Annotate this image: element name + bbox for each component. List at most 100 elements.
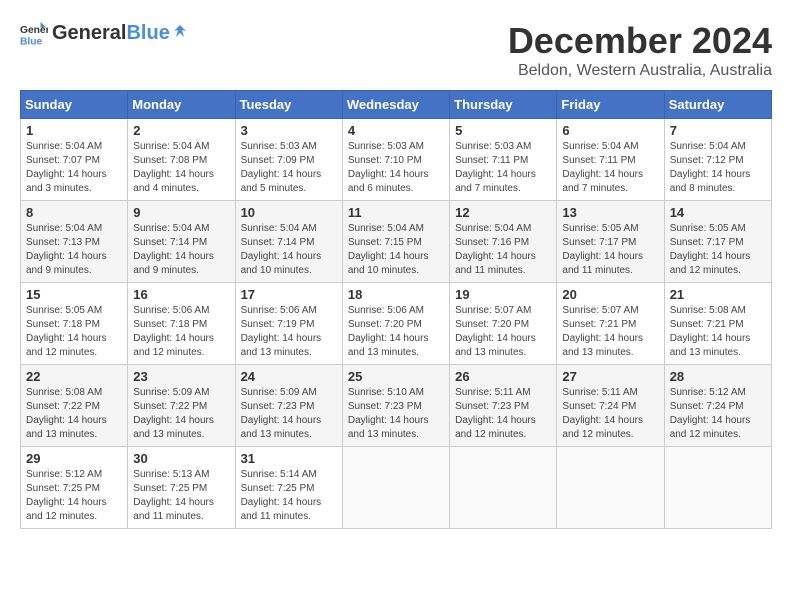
calendar-day-cell: 27 Sunrise: 5:11 AM Sunset: 7:24 PM Dayl…	[557, 365, 664, 447]
day-number: 23	[133, 369, 229, 384]
calendar-day-header: Saturday	[664, 91, 771, 119]
day-number: 7	[670, 123, 766, 138]
calendar-day-cell	[342, 447, 449, 529]
calendar-week-row: 8 Sunrise: 5:04 AM Sunset: 7:13 PM Dayli…	[21, 201, 772, 283]
calendar-day-cell: 31 Sunrise: 5:14 AM Sunset: 7:25 PM Dayl…	[235, 447, 342, 529]
calendar-day-cell: 20 Sunrise: 5:07 AM Sunset: 7:21 PM Dayl…	[557, 283, 664, 365]
day-number: 15	[26, 287, 122, 302]
day-info: Sunrise: 5:12 AM Sunset: 7:24 PM Dayligh…	[670, 386, 766, 442]
day-number: 8	[26, 205, 122, 220]
day-info: Sunrise: 5:11 AM Sunset: 7:23 PM Dayligh…	[455, 386, 551, 442]
day-number: 16	[133, 287, 229, 302]
page-header: General Blue GeneralBlue December 2024 B…	[20, 20, 772, 80]
day-number: 19	[455, 287, 551, 302]
calendar-day-cell: 28 Sunrise: 5:12 AM Sunset: 7:24 PM Dayl…	[664, 365, 771, 447]
calendar-day-cell: 13 Sunrise: 5:05 AM Sunset: 7:17 PM Dayl…	[557, 201, 664, 283]
day-number: 6	[562, 123, 658, 138]
month-title: December 2024	[508, 20, 772, 62]
day-info: Sunrise: 5:14 AM Sunset: 7:25 PM Dayligh…	[241, 468, 337, 524]
day-info: Sunrise: 5:13 AM Sunset: 7:25 PM Dayligh…	[133, 468, 229, 524]
calendar-day-cell: 24 Sunrise: 5:09 AM Sunset: 7:23 PM Dayl…	[235, 365, 342, 447]
day-info: Sunrise: 5:07 AM Sunset: 7:20 PM Dayligh…	[455, 304, 551, 360]
calendar-day-cell: 6 Sunrise: 5:04 AM Sunset: 7:11 PM Dayli…	[557, 119, 664, 201]
calendar-day-cell	[664, 447, 771, 529]
day-number: 3	[241, 123, 337, 138]
calendar-day-cell: 8 Sunrise: 5:04 AM Sunset: 7:13 PM Dayli…	[21, 201, 128, 283]
calendar-day-cell: 11 Sunrise: 5:04 AM Sunset: 7:15 PM Dayl…	[342, 201, 449, 283]
calendar-day-header: Tuesday	[235, 91, 342, 119]
calendar-day-cell: 10 Sunrise: 5:04 AM Sunset: 7:14 PM Dayl…	[235, 201, 342, 283]
calendar-day-cell: 14 Sunrise: 5:05 AM Sunset: 7:17 PM Dayl…	[664, 201, 771, 283]
day-info: Sunrise: 5:06 AM Sunset: 7:18 PM Dayligh…	[133, 304, 229, 360]
calendar-day-cell: 1 Sunrise: 5:04 AM Sunset: 7:07 PM Dayli…	[21, 119, 128, 201]
calendar-day-cell: 21 Sunrise: 5:08 AM Sunset: 7:21 PM Dayl…	[664, 283, 771, 365]
day-info: Sunrise: 5:12 AM Sunset: 7:25 PM Dayligh…	[26, 468, 122, 524]
day-info: Sunrise: 5:03 AM Sunset: 7:09 PM Dayligh…	[241, 140, 337, 196]
day-info: Sunrise: 5:07 AM Sunset: 7:21 PM Dayligh…	[562, 304, 658, 360]
day-number: 4	[348, 123, 444, 138]
day-number: 18	[348, 287, 444, 302]
calendar-day-cell: 9 Sunrise: 5:04 AM Sunset: 7:14 PM Dayli…	[128, 201, 235, 283]
calendar-day-header: Wednesday	[342, 91, 449, 119]
day-info: Sunrise: 5:06 AM Sunset: 7:19 PM Dayligh…	[241, 304, 337, 360]
calendar-day-cell: 26 Sunrise: 5:11 AM Sunset: 7:23 PM Dayl…	[450, 365, 557, 447]
location-subtitle: Beldon, Western Australia, Australia	[508, 62, 772, 80]
day-number: 25	[348, 369, 444, 384]
day-info: Sunrise: 5:09 AM Sunset: 7:22 PM Dayligh…	[133, 386, 229, 442]
day-info: Sunrise: 5:04 AM Sunset: 7:11 PM Dayligh…	[562, 140, 658, 196]
day-number: 26	[455, 369, 551, 384]
day-info: Sunrise: 5:04 AM Sunset: 7:12 PM Dayligh…	[670, 140, 766, 196]
title-section: December 2024 Beldon, Western Australia,…	[508, 20, 772, 80]
day-number: 12	[455, 205, 551, 220]
day-number: 22	[26, 369, 122, 384]
calendar-day-header: Friday	[557, 91, 664, 119]
day-number: 20	[562, 287, 658, 302]
calendar-day-cell: 25 Sunrise: 5:10 AM Sunset: 7:23 PM Dayl…	[342, 365, 449, 447]
day-info: Sunrise: 5:03 AM Sunset: 7:11 PM Dayligh…	[455, 140, 551, 196]
day-info: Sunrise: 5:04 AM Sunset: 7:16 PM Dayligh…	[455, 222, 551, 278]
day-info: Sunrise: 5:04 AM Sunset: 7:13 PM Dayligh…	[26, 222, 122, 278]
day-number: 2	[133, 123, 229, 138]
calendar-day-cell: 18 Sunrise: 5:06 AM Sunset: 7:20 PM Dayl…	[342, 283, 449, 365]
day-number: 21	[670, 287, 766, 302]
calendar-day-header: Sunday	[21, 91, 128, 119]
day-number: 5	[455, 123, 551, 138]
calendar-day-cell	[557, 447, 664, 529]
calendar-day-cell: 2 Sunrise: 5:04 AM Sunset: 7:08 PM Dayli…	[128, 119, 235, 201]
calendar-day-cell: 5 Sunrise: 5:03 AM Sunset: 7:11 PM Dayli…	[450, 119, 557, 201]
day-number: 30	[133, 451, 229, 466]
calendar-day-cell: 23 Sunrise: 5:09 AM Sunset: 7:22 PM Dayl…	[128, 365, 235, 447]
day-info: Sunrise: 5:05 AM Sunset: 7:17 PM Dayligh…	[562, 222, 658, 278]
day-number: 31	[241, 451, 337, 466]
logo: General Blue GeneralBlue	[20, 20, 188, 48]
day-info: Sunrise: 5:04 AM Sunset: 7:14 PM Dayligh…	[133, 222, 229, 278]
day-info: Sunrise: 5:04 AM Sunset: 7:07 PM Dayligh…	[26, 140, 122, 196]
calendar-day-cell: 19 Sunrise: 5:07 AM Sunset: 7:20 PM Dayl…	[450, 283, 557, 365]
day-number: 28	[670, 369, 766, 384]
calendar-day-header: Thursday	[450, 91, 557, 119]
calendar-day-cell: 3 Sunrise: 5:03 AM Sunset: 7:09 PM Dayli…	[235, 119, 342, 201]
calendar-week-row: 22 Sunrise: 5:08 AM Sunset: 7:22 PM Dayl…	[21, 365, 772, 447]
svg-text:Blue: Blue	[20, 36, 43, 47]
calendar-week-row: 1 Sunrise: 5:04 AM Sunset: 7:07 PM Dayli…	[21, 119, 772, 201]
calendar-day-cell: 30 Sunrise: 5:13 AM Sunset: 7:25 PM Dayl…	[128, 447, 235, 529]
logo-icon: General Blue	[20, 20, 48, 48]
day-info: Sunrise: 5:04 AM Sunset: 7:15 PM Dayligh…	[348, 222, 444, 278]
day-info: Sunrise: 5:10 AM Sunset: 7:23 PM Dayligh…	[348, 386, 444, 442]
logo-bird-icon	[172, 23, 188, 39]
day-info: Sunrise: 5:11 AM Sunset: 7:24 PM Dayligh…	[562, 386, 658, 442]
calendar-day-cell: 15 Sunrise: 5:05 AM Sunset: 7:18 PM Dayl…	[21, 283, 128, 365]
day-info: Sunrise: 5:04 AM Sunset: 7:08 PM Dayligh…	[133, 140, 229, 196]
day-number: 10	[241, 205, 337, 220]
calendar-day-cell: 22 Sunrise: 5:08 AM Sunset: 7:22 PM Dayl…	[21, 365, 128, 447]
day-number: 1	[26, 123, 122, 138]
calendar-day-cell: 7 Sunrise: 5:04 AM Sunset: 7:12 PM Dayli…	[664, 119, 771, 201]
logo-blue-text: Blue	[126, 22, 169, 45]
calendar-day-cell	[450, 447, 557, 529]
day-number: 9	[133, 205, 229, 220]
day-info: Sunrise: 5:06 AM Sunset: 7:20 PM Dayligh…	[348, 304, 444, 360]
calendar-table: SundayMondayTuesdayWednesdayThursdayFrid…	[20, 90, 772, 529]
calendar-day-cell: 29 Sunrise: 5:12 AM Sunset: 7:25 PM Dayl…	[21, 447, 128, 529]
calendar-day-cell: 4 Sunrise: 5:03 AM Sunset: 7:10 PM Dayli…	[342, 119, 449, 201]
calendar-week-row: 29 Sunrise: 5:12 AM Sunset: 7:25 PM Dayl…	[21, 447, 772, 529]
